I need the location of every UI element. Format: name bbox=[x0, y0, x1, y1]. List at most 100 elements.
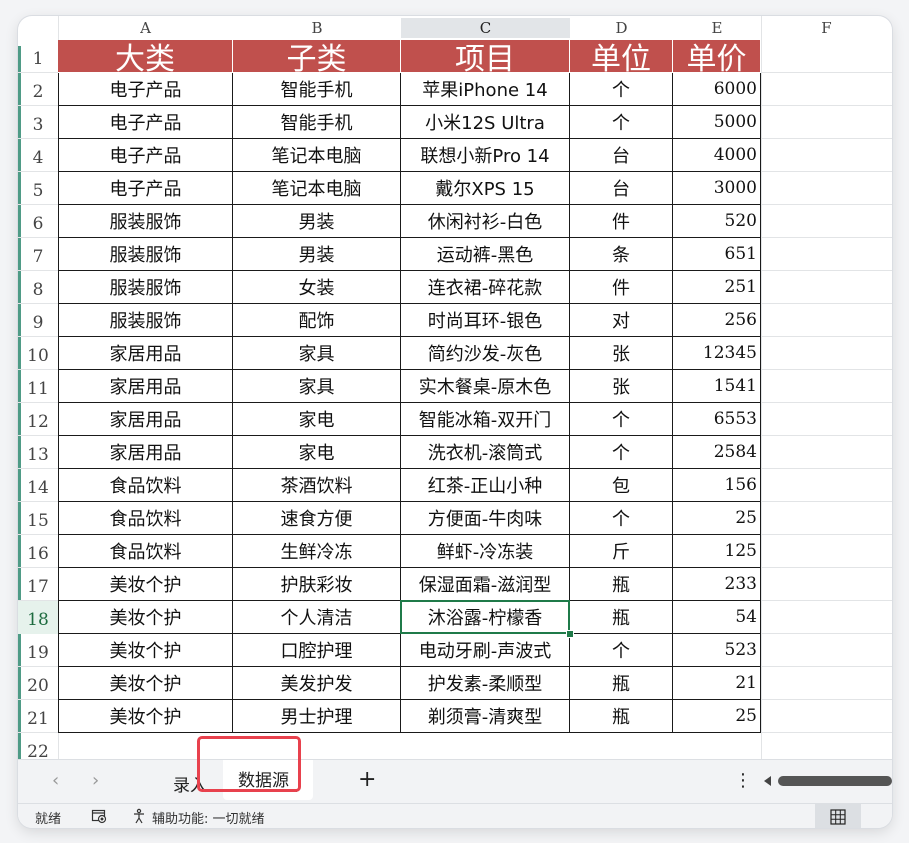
table-cell[interactable]: 食品饮料 bbox=[58, 469, 233, 502]
table-cell[interactable]: 洗衣机-滚筒式 bbox=[401, 436, 570, 469]
table-cell[interactable]: 美发护发 bbox=[233, 667, 401, 700]
table-cell[interactable]: 智能手机 bbox=[233, 73, 401, 106]
table-cell[interactable]: 配饰 bbox=[233, 304, 401, 337]
table-cell[interactable]: 简约沙发-灰色 bbox=[401, 337, 570, 370]
row-header-11[interactable]: 11 bbox=[18, 370, 58, 403]
table-cell[interactable]: 鲜虾-冷冻装 bbox=[401, 535, 570, 568]
scroll-left-icon[interactable] bbox=[764, 776, 771, 786]
table-cell[interactable]: 个 bbox=[570, 436, 673, 469]
column-header-f[interactable]: F bbox=[761, 18, 892, 38]
table-cell[interactable]: 54 bbox=[673, 601, 761, 634]
table-cell[interactable]: 护肤彩妆 bbox=[233, 568, 401, 601]
table-cell[interactable]: 服装服饰 bbox=[58, 304, 233, 337]
row-header-18[interactable]: 18 bbox=[18, 601, 58, 634]
table-cell[interactable]: 6000 bbox=[673, 73, 761, 106]
table-cell[interactable]: 电子产品 bbox=[58, 172, 233, 205]
table-cell[interactable]: 连衣裙-碎花款 bbox=[401, 271, 570, 304]
table-cell[interactable]: 个 bbox=[570, 502, 673, 535]
header-cell[interactable]: 单价 bbox=[673, 40, 761, 77]
table-cell[interactable]: 男装 bbox=[233, 205, 401, 238]
row-header-10[interactable]: 10 bbox=[18, 337, 58, 370]
row-header-4[interactable]: 4 bbox=[18, 139, 58, 172]
table-cell[interactable]: 个 bbox=[570, 634, 673, 667]
row-header-5[interactable]: 5 bbox=[18, 172, 58, 205]
table-cell[interactable]: 家居用品 bbox=[58, 337, 233, 370]
table-cell[interactable]: 食品饮料 bbox=[58, 535, 233, 568]
table-cell[interactable]: 件 bbox=[570, 205, 673, 238]
table-cell[interactable]: 家居用品 bbox=[58, 436, 233, 469]
macro-record-icon[interactable] bbox=[91, 808, 107, 828]
more-options-icon[interactable]: ⋮ bbox=[734, 770, 752, 791]
table-cell[interactable]: 家居用品 bbox=[58, 370, 233, 403]
table-cell[interactable]: 男士护理 bbox=[233, 700, 401, 733]
row-header-21[interactable]: 21 bbox=[18, 700, 58, 733]
table-cell[interactable]: 电子产品 bbox=[58, 139, 233, 172]
row-header-2[interactable]: 2 bbox=[18, 73, 58, 106]
table-cell[interactable]: 方便面-牛肉味 bbox=[401, 502, 570, 535]
table-cell[interactable]: 个人清洁 bbox=[233, 601, 401, 634]
accessibility-icon[interactable] bbox=[131, 808, 147, 828]
table-cell[interactable]: 台 bbox=[570, 139, 673, 172]
table-cell[interactable]: 笔记本电脑 bbox=[233, 139, 401, 172]
table-cell[interactable]: 美妆个护 bbox=[58, 667, 233, 700]
row-header-17[interactable]: 17 bbox=[18, 568, 58, 601]
scrollbar-thumb[interactable] bbox=[778, 776, 892, 786]
table-cell[interactable]: 口腔护理 bbox=[233, 634, 401, 667]
header-cell[interactable]: 大类 bbox=[58, 40, 233, 77]
table-cell[interactable]: 256 bbox=[673, 304, 761, 337]
table-cell[interactable]: 520 bbox=[673, 205, 761, 238]
table-cell[interactable]: 电子产品 bbox=[58, 106, 233, 139]
table-cell[interactable]: 电子产品 bbox=[58, 73, 233, 106]
table-cell[interactable]: 家电 bbox=[233, 403, 401, 436]
table-cell[interactable]: 瓶 bbox=[570, 700, 673, 733]
table-cell[interactable]: 男装 bbox=[233, 238, 401, 271]
table-cell[interactable]: 时尚耳环-银色 bbox=[401, 304, 570, 337]
table-cell[interactable]: 运动裤-黑色 bbox=[401, 238, 570, 271]
table-cell[interactable]: 联想小新Pro 14 bbox=[401, 139, 570, 172]
table-cell[interactable]: 2584 bbox=[673, 436, 761, 469]
row-header-7[interactable]: 7 bbox=[18, 238, 58, 271]
table-cell[interactable]: 服装服饰 bbox=[58, 205, 233, 238]
table-cell[interactable]: 5000 bbox=[673, 106, 761, 139]
prev-sheet-icon[interactable]: ‹ bbox=[52, 770, 59, 791]
table-cell[interactable]: 保湿面霜-滋润型 bbox=[401, 568, 570, 601]
table-cell[interactable]: 戴尔XPS 15 bbox=[401, 172, 570, 205]
table-cell[interactable]: 瓶 bbox=[570, 601, 673, 634]
horizontal-scrollbar[interactable] bbox=[764, 774, 892, 788]
row-header-16[interactable]: 16 bbox=[18, 535, 58, 568]
table-cell[interactable]: 美妆个护 bbox=[58, 700, 233, 733]
table-cell[interactable]: 523 bbox=[673, 634, 761, 667]
table-cell[interactable]: 家电 bbox=[233, 436, 401, 469]
table-cell[interactable]: 233 bbox=[673, 568, 761, 601]
table-cell[interactable]: 休闲衬衫-白色 bbox=[401, 205, 570, 238]
table-cell[interactable]: 茶酒饮料 bbox=[233, 469, 401, 502]
row-header-9[interactable]: 9 bbox=[18, 304, 58, 337]
next-sheet-icon[interactable]: › bbox=[92, 770, 99, 791]
table-cell[interactable]: 3000 bbox=[673, 172, 761, 205]
table-cell[interactable]: 服装服饰 bbox=[58, 271, 233, 304]
table-cell[interactable]: 斤 bbox=[570, 535, 673, 568]
table-cell[interactable]: 美妆个护 bbox=[58, 568, 233, 601]
row-header-1[interactable]: 1 bbox=[18, 40, 58, 73]
table-cell[interactable]: 剃须膏-清爽型 bbox=[401, 700, 570, 733]
table-cell[interactable]: 21 bbox=[673, 667, 761, 700]
table-cell[interactable]: 电动牙刷-声波式 bbox=[401, 634, 570, 667]
table-cell[interactable]: 张 bbox=[570, 370, 673, 403]
table-cell[interactable]: 护发素-柔顺型 bbox=[401, 667, 570, 700]
table-cell[interactable]: 6553 bbox=[673, 403, 761, 436]
table-cell[interactable]: 苹果iPhone 14 bbox=[401, 73, 570, 106]
table-cell[interactable]: 件 bbox=[570, 271, 673, 304]
table-cell[interactable]: 156 bbox=[673, 469, 761, 502]
table-cell[interactable]: 651 bbox=[673, 238, 761, 271]
table-cell[interactable]: 美妆个护 bbox=[58, 601, 233, 634]
table-cell[interactable]: 美妆个护 bbox=[58, 634, 233, 667]
add-sheet-button[interactable]: + bbox=[358, 767, 376, 792]
row-header-3[interactable]: 3 bbox=[18, 106, 58, 139]
table-cell[interactable]: 速食方便 bbox=[233, 502, 401, 535]
select-all-corner[interactable] bbox=[18, 16, 58, 40]
row-header-15[interactable]: 15 bbox=[18, 502, 58, 535]
table-cell[interactable]: 12345 bbox=[673, 337, 761, 370]
table-cell[interactable]: 1541 bbox=[673, 370, 761, 403]
table-cell[interactable]: 家具 bbox=[233, 337, 401, 370]
table-cell[interactable]: 实木餐桌-原木色 bbox=[401, 370, 570, 403]
